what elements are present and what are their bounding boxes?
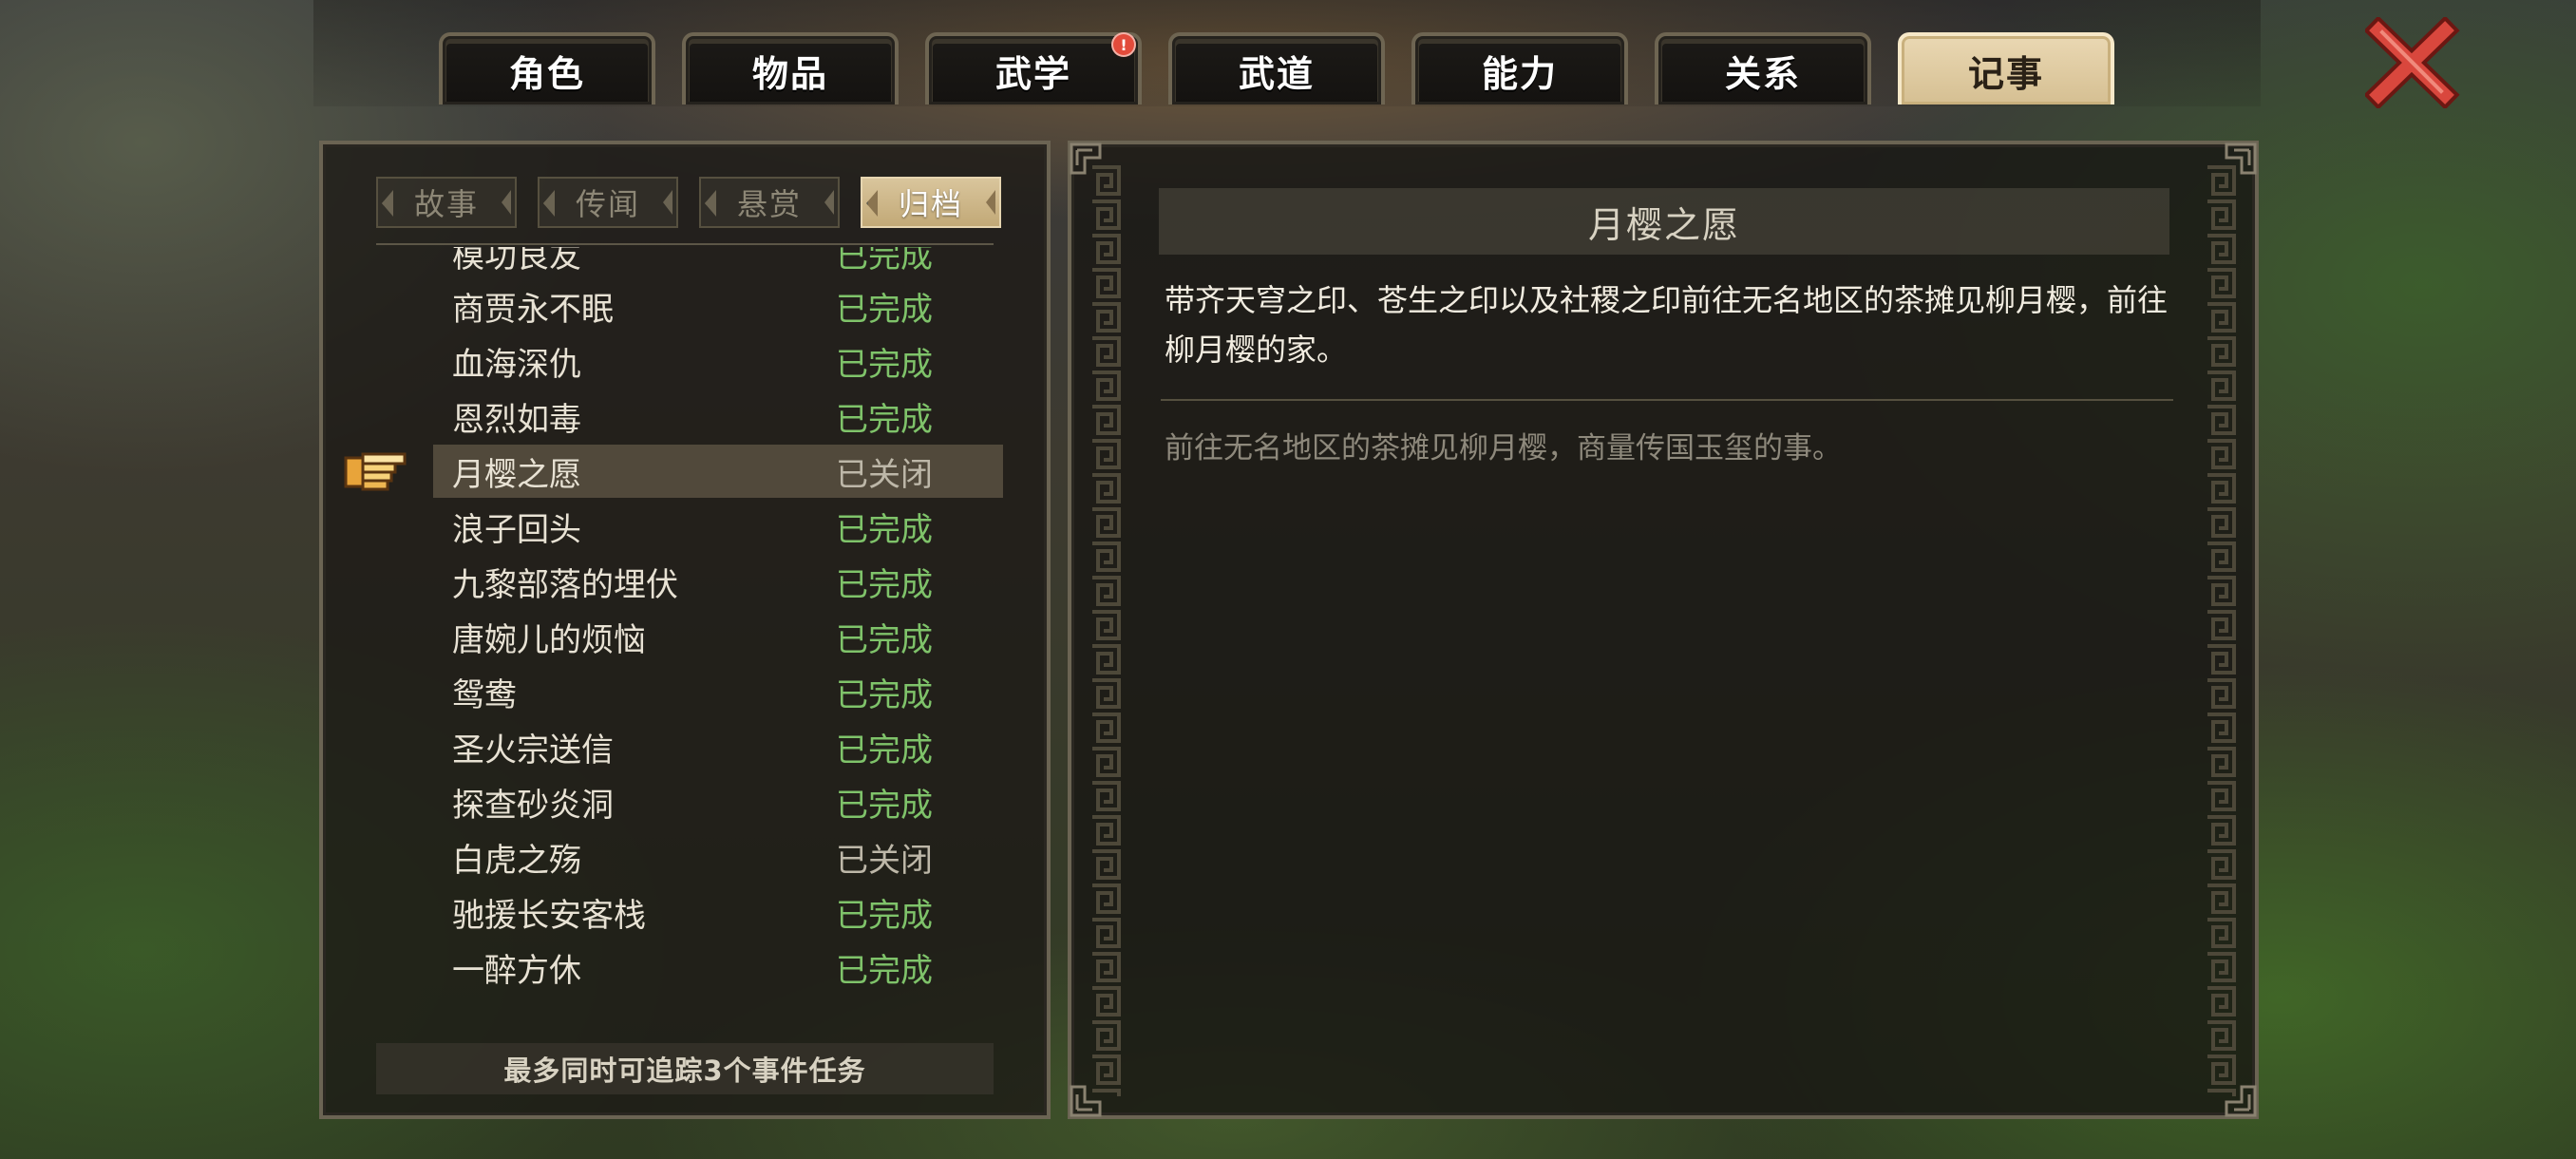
quest-row[interactable]: 白虎之殇 已关闭 [433,830,1003,884]
quest-title: 月樱之愿 [1159,188,2169,255]
quest-row[interactable]: 浪子回头 已完成 [433,500,1003,553]
quest-row[interactable]: 探查砂炎洞 已完成 [433,775,1003,828]
quest-name: 探查砂炎洞 [452,786,614,825]
quest-row[interactable]: 恩烈如毒 已完成 [433,390,1003,443]
detail-divider [1161,399,2173,401]
quest-status: 已完成 [836,620,933,659]
list-divider [376,243,994,245]
quest-name: 圣火宗送信 [452,731,614,770]
quest-name: 鸳鸯 [452,675,517,714]
pointing-hand-icon [344,452,407,491]
quest-name: 一醉方休 [452,951,581,990]
corner-ornament [2225,142,2257,175]
tab-martial-way[interactable]: 武道 [1168,32,1385,104]
quest-name: 浪子回头 [452,510,581,549]
quest-name: 模功良友 [452,247,581,276]
quest-status: 已完成 [836,510,933,549]
quest-objective-note: 前往无名地区的茶摊见柳月樱，商量传国玉玺的事。 [1165,431,1842,466]
subtab-archive[interactable]: 归档 [861,177,1001,228]
quest-status: 已完成 [836,786,933,825]
tab-journal[interactable]: 记事 [1898,32,2114,104]
corner-ornament [1070,1085,1102,1117]
quest-list-panel: 故事 传闻 悬赏 归档 模功良友 已完成 商贾永不眠 已完成 血海深仇 已完成 … [319,141,1051,1119]
quest-name: 白虎之殇 [452,841,581,880]
quest-name: 恩烈如毒 [452,400,581,439]
quest-status: 已完成 [836,896,933,935]
notification-badge: ! [1113,34,1134,55]
fret-border-left [1089,163,1123,1096]
quest-row[interactable]: 血海深仇 已完成 [433,334,1003,388]
quest-status: 已关闭 [836,455,933,494]
subtab-rumors[interactable]: 传闻 [538,177,678,228]
quest-status: 已完成 [836,951,933,990]
quest-row[interactable]: 九黎部落的埋伏 已完成 [433,555,1003,608]
quest-name: 月樱之愿 [452,455,581,494]
quest-row[interactable]: 圣火宗送信 已完成 [433,720,1003,773]
quest-row-selected[interactable]: 月樱之愿 已关闭 [433,445,1003,498]
quest-status: 已完成 [836,400,933,439]
quest-description: 带齐天穹之印、苍生之印以及社稷之印前往无名地区的茶摊见柳月樱，前往柳月樱的家。 [1165,282,2169,368]
quest-status: 已完成 [836,565,933,604]
quest-status: 已关闭 [836,841,933,880]
tab-character[interactable]: 角色 [439,32,655,104]
tab-items[interactable]: 物品 [682,32,899,104]
tracking-limit-note: 最多同时可追踪3个事件任务 [376,1043,994,1094]
quest-status: 已完成 [836,675,933,714]
fret-border-right [2204,163,2238,1096]
quest-row[interactable]: 驰援长安客栈 已完成 [433,885,1003,939]
tab-abilities[interactable]: 能力 [1411,32,1628,104]
subtab-bounties[interactable]: 悬赏 [699,177,840,228]
quest-row[interactable]: 鸳鸯 已完成 [433,665,1003,718]
quest-row[interactable]: 模功良友 已完成 [433,247,1003,279]
corner-ornament [2225,1085,2257,1117]
quest-name: 唐婉儿的烦恼 [452,620,646,659]
quest-name: 驰援长安客栈 [452,896,646,935]
quest-detail-panel: 月樱之愿 带齐天穹之印、苍生之印以及社稷之印前往无名地区的茶摊见柳月樱，前往柳月… [1068,141,2259,1119]
subtab-story[interactable]: 故事 [376,177,517,228]
quest-row[interactable]: 唐婉儿的烦恼 已完成 [433,610,1003,663]
close-button[interactable] [2363,15,2460,110]
quest-row[interactable]: 商贾永不眠 已完成 [433,279,1003,332]
quest-row[interactable]: 一醉方休 已完成 [433,940,1003,994]
quest-list[interactable]: 模功良友 已完成 商贾永不眠 已完成 血海深仇 已完成 恩烈如毒 已完成 月樱之… [323,247,1047,1121]
quest-name: 九黎部落的埋伏 [452,565,678,604]
close-icon [2363,15,2460,110]
tab-martial-arts[interactable]: 武学 ! [925,32,1142,104]
quest-status: 已完成 [836,247,933,276]
quest-name: 商贾永不眠 [452,290,614,329]
corner-ornament [1070,142,1102,175]
quest-name: 血海深仇 [452,345,581,384]
quest-status: 已完成 [836,731,933,770]
quest-status: 已完成 [836,290,933,329]
quest-status: 已完成 [836,345,933,384]
tab-relations[interactable]: 关系 [1655,32,1871,104]
